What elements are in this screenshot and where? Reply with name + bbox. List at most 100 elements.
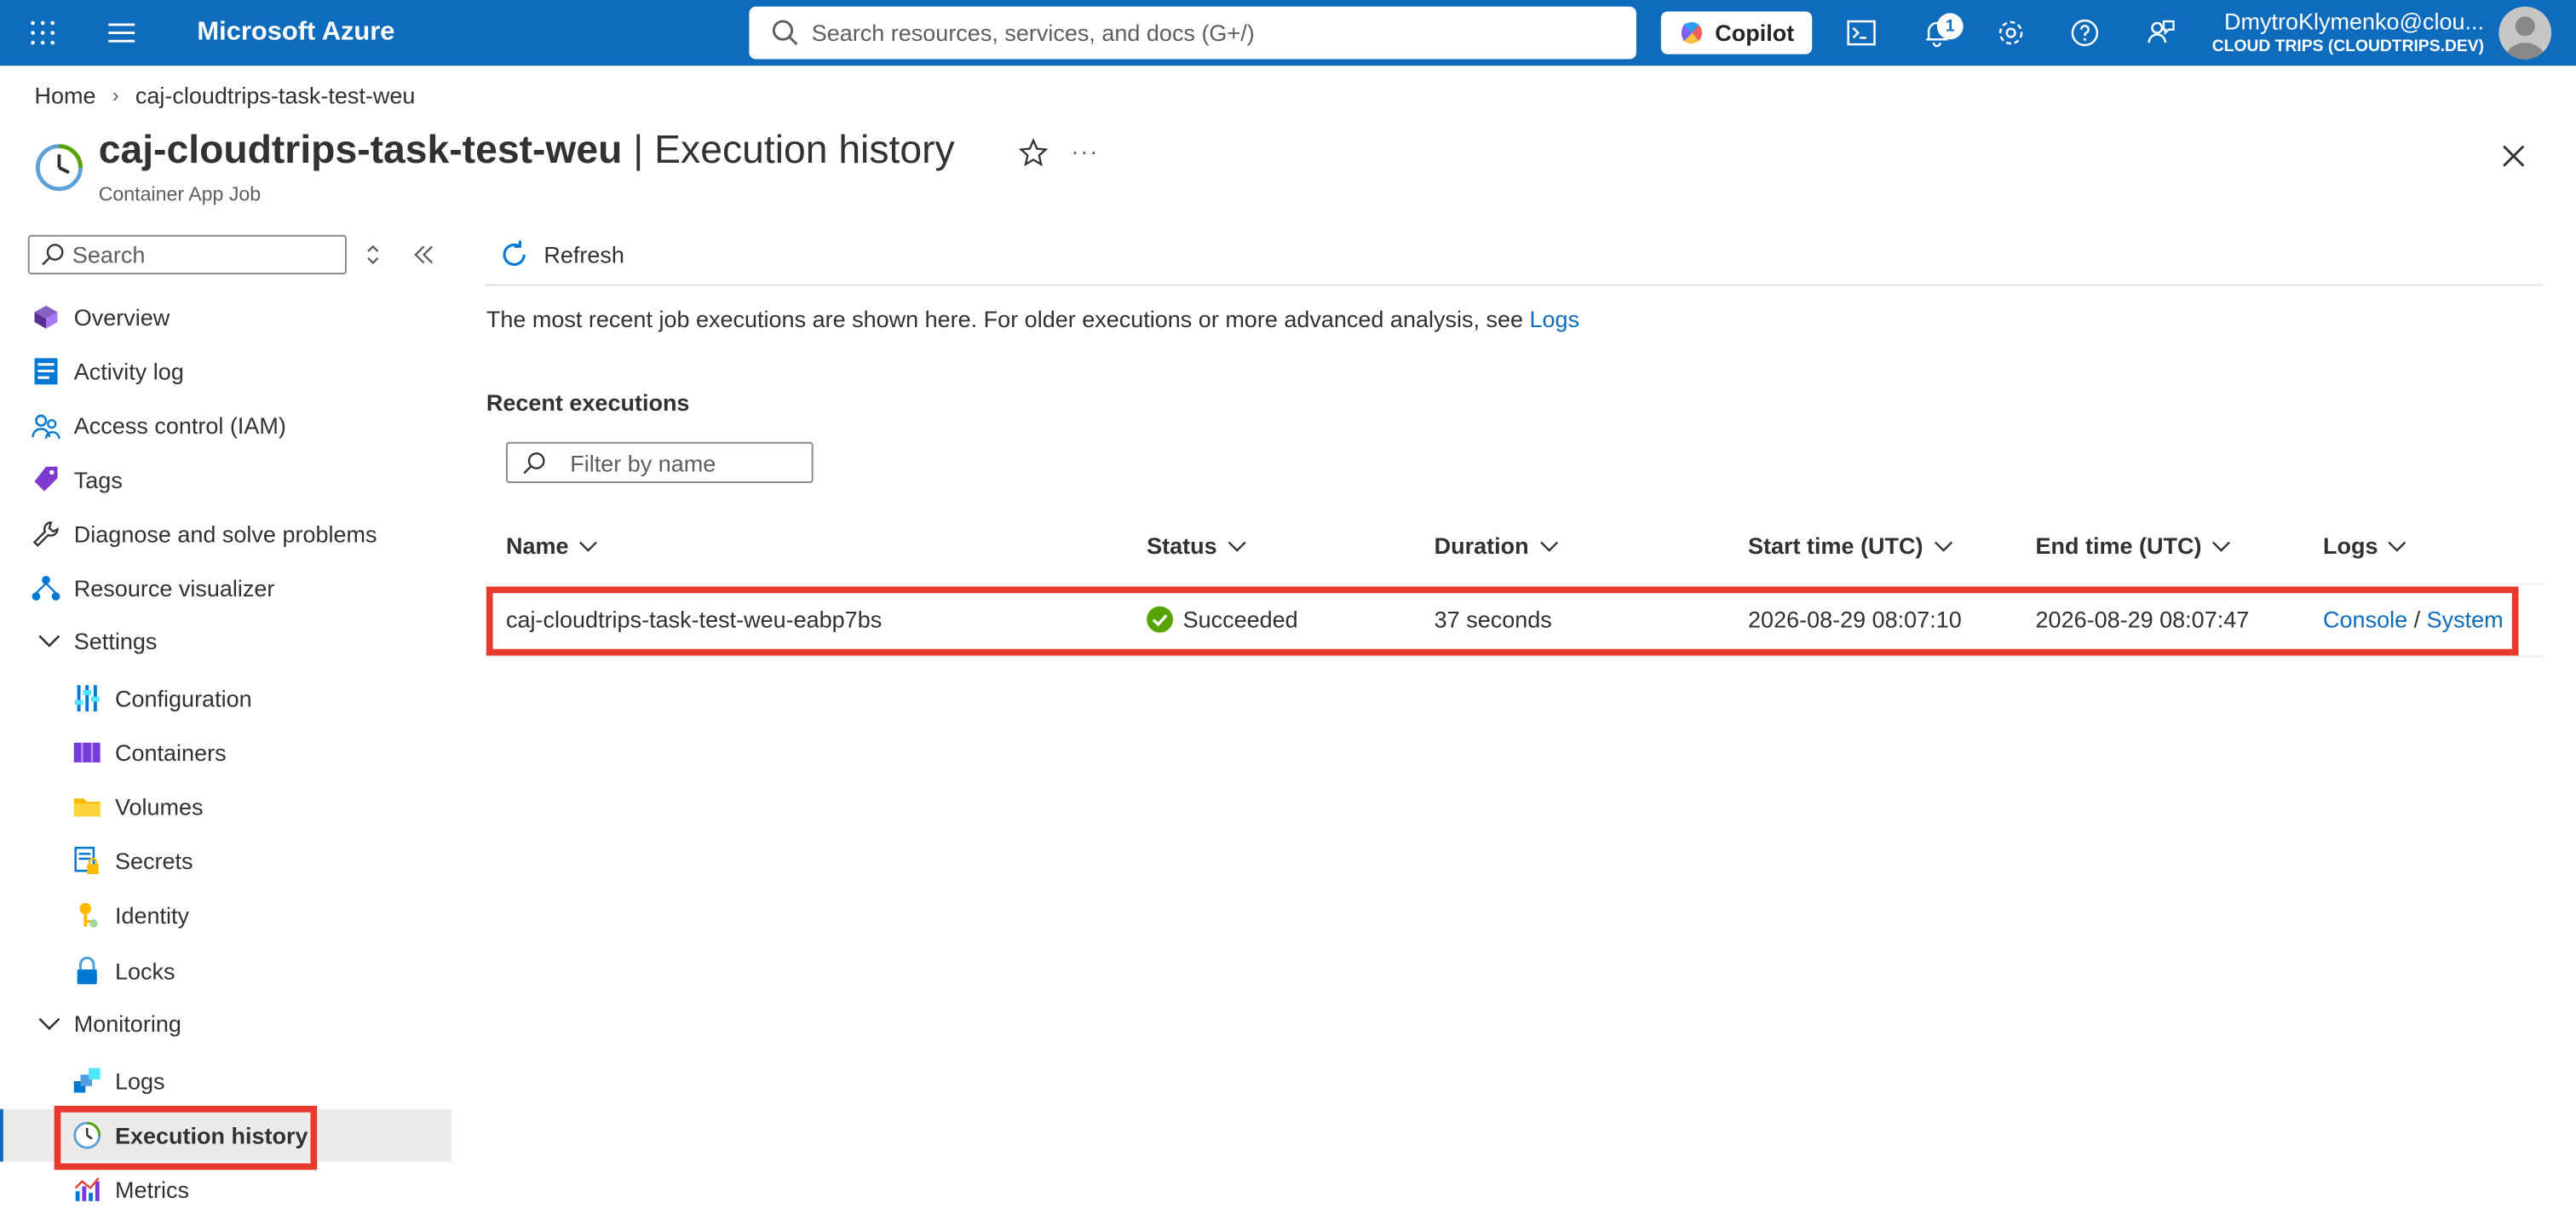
sidebar-item-overview[interactable]: Overview: [0, 291, 451, 343]
sidebar-search-input[interactable]: Search: [27, 234, 347, 275]
folder-icon: [72, 792, 102, 822]
sidebar-group-label: Settings: [73, 627, 158, 654]
sort-updown-icon[interactable]: [358, 240, 388, 270]
sidebar-item-label: Volumes: [115, 793, 204, 820]
activity-log-icon: [32, 357, 61, 387]
command-bar: Refresh: [484, 230, 2544, 286]
sidebar-item-label: Diagnose and solve problems: [73, 521, 377, 548]
more-options-icon[interactable]: ···: [1071, 138, 1099, 164]
column-header-end-time[interactable]: End time (UTC): [2036, 532, 2232, 559]
chevron-down-icon: [1539, 541, 1558, 552]
chevron-down-icon: [1228, 541, 1246, 552]
copilot-label: Copilot: [1715, 20, 1795, 47]
tag-icon: [32, 465, 61, 495]
filter-placeholder: Filter by name: [570, 449, 716, 476]
breadcrumb-current[interactable]: caj-cloudtrips-task-test-weu: [135, 82, 416, 108]
sidebar-item-metrics[interactable]: Metrics: [0, 1163, 451, 1216]
sidebar-item-diagnose[interactable]: Diagnose and solve problems: [0, 508, 451, 561]
hamburger-menu-icon[interactable]: [102, 0, 141, 66]
column-header-label: End time (UTC): [2035, 532, 2202, 559]
column-header-logs[interactable]: Logs: [2323, 532, 2407, 559]
visualizer-icon: [32, 573, 61, 603]
sidebar-item-access-control[interactable]: Access control (IAM): [0, 400, 451, 452]
logs-icon: [72, 1067, 102, 1096]
identity-icon: [72, 901, 102, 930]
info-text: The most recent job executions are shown…: [486, 306, 1579, 332]
close-icon[interactable]: [2498, 141, 2528, 171]
wrench-icon: [32, 519, 61, 549]
avatar[interactable]: [2498, 6, 2552, 60]
settings-gear-icon[interactable]: [1992, 0, 2028, 66]
chevron-down-icon: [35, 1009, 65, 1039]
sidebar-item-volumes[interactable]: Volumes: [0, 780, 451, 833]
sidebar-item-label: Tags: [73, 466, 123, 493]
account-tenant: CLOUD TRIPS (CLOUDTRIPS.DEV): [2211, 37, 2485, 56]
resource-type: Container App Job: [98, 182, 262, 206]
row-highlight-annotation: [486, 586, 2519, 656]
column-header-label: Status: [1147, 532, 1217, 559]
breadcrumb-home[interactable]: Home: [35, 82, 96, 108]
page-title-resource: caj-cloudtrips-task-test-weu: [98, 128, 623, 173]
sidebar-item-label: Activity log: [73, 358, 184, 385]
sidebar-item-containers[interactable]: Containers: [0, 726, 451, 779]
metrics-icon: [72, 1175, 102, 1205]
sidebar-item-label: Metrics: [115, 1176, 190, 1203]
column-header-start-time[interactable]: Start time (UTC): [1748, 532, 1952, 559]
chevron-down-icon: [35, 626, 65, 656]
overview-icon: [32, 302, 61, 332]
sidebar-item-identity[interactable]: Identity: [0, 889, 451, 941]
sidebar-item-label: Logs: [115, 1068, 165, 1095]
brand-title[interactable]: Microsoft Azure: [197, 0, 394, 66]
account-info[interactable]: DmytroKlymenko@clou... CLOUD TRIPS (CLOU…: [2208, 7, 2484, 60]
sidebar-search-placeholder: Search: [72, 241, 146, 268]
sidebar-item-label: Resource visualizer: [73, 575, 275, 601]
sidebar-group-monitoring[interactable]: Monitoring: [0, 998, 451, 1050]
section-title: Recent executions: [486, 389, 690, 416]
refresh-icon: [503, 240, 526, 266]
sidebar-item-label: Secrets: [115, 848, 193, 875]
sidebar-item-label: Locks: [115, 958, 175, 985]
help-icon[interactable]: [2067, 0, 2102, 66]
table-header: Name Status Duration Start time (UTC) En…: [486, 519, 2544, 578]
refresh-button[interactable]: Refresh: [497, 239, 624, 272]
containers-icon: [72, 738, 102, 768]
breadcrumb-chevron-icon: ›: [112, 83, 119, 107]
filter-by-name-input[interactable]: Filter by name: [506, 441, 814, 484]
app-launcher-icon[interactable]: [23, 0, 62, 66]
column-header-label: Logs: [2323, 532, 2378, 559]
refresh-label: Refresh: [543, 241, 624, 268]
chevron-down-icon: [1934, 541, 1952, 552]
page-title: caj-cloudtrips-task-test-weu | Execution…: [99, 128, 955, 174]
sidebar-item-label: Containers: [115, 739, 227, 766]
sidebar-item-label: Overview: [73, 303, 170, 331]
global-search-placeholder: Search resources, services, and docs (G+…: [811, 20, 1255, 47]
copilot-button[interactable]: Copilot: [1660, 11, 1813, 55]
sidebar-item-locks[interactable]: Locks: [0, 945, 451, 998]
sidebar-item-activity-log[interactable]: Activity log: [0, 345, 451, 398]
secrets-icon: [72, 846, 102, 876]
sidebar-group-settings[interactable]: Settings: [0, 614, 451, 667]
sidebar-item-secrets[interactable]: Secrets: [0, 835, 451, 888]
chevron-down-icon: [2212, 541, 2231, 552]
column-header-name[interactable]: Name: [506, 532, 598, 559]
sidebar-item-tags[interactable]: Tags: [0, 453, 451, 506]
configuration-icon: [72, 683, 102, 713]
sidebar-item-label: Identity: [115, 901, 190, 929]
cloud-shell-icon[interactable]: [1843, 0, 1879, 66]
global-search-input[interactable]: Search resources, services, and docs (G+…: [749, 6, 1636, 60]
sidebar-item-label: Access control (IAM): [73, 412, 286, 439]
sidebar-item-resource-visualizer[interactable]: Resource visualizer: [0, 562, 451, 615]
favorite-star-icon[interactable]: [1018, 138, 1049, 168]
sidebar-item-configuration[interactable]: Configuration: [0, 672, 451, 725]
sidebar-group-label: Monitoring: [73, 1010, 181, 1037]
collapse-sidebar-icon[interactable]: [409, 240, 439, 270]
logs-link[interactable]: Logs: [1530, 306, 1580, 332]
column-header-status[interactable]: Status: [1147, 532, 1246, 559]
column-header-duration[interactable]: Duration: [1435, 532, 1559, 559]
feedback-icon[interactable]: [2142, 0, 2178, 66]
sidebar-item-logs[interactable]: Logs: [0, 1055, 451, 1108]
top-bar: Microsoft Azure Search resources, servic…: [0, 0, 2576, 66]
chevron-down-icon: [579, 541, 598, 552]
sidebar-item-label: Configuration: [115, 685, 252, 712]
info-text-body: The most recent job executions are shown…: [486, 305, 1530, 332]
